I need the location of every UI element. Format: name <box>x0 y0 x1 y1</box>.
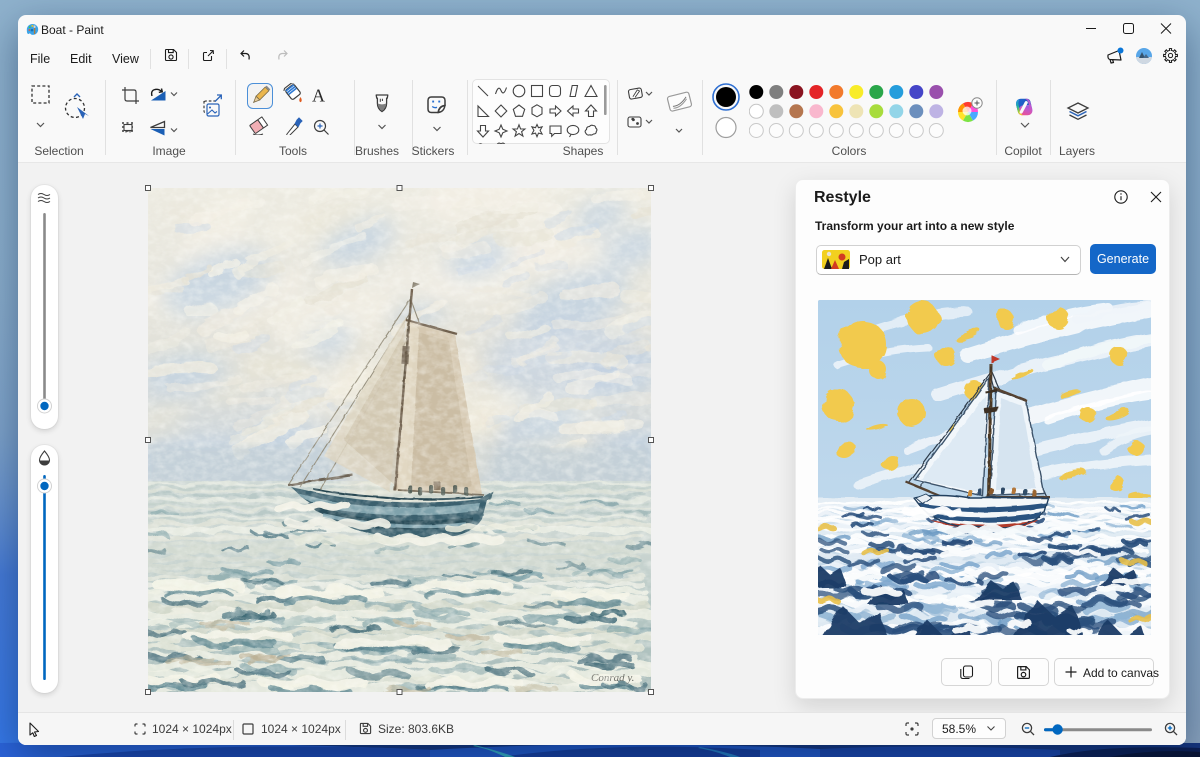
svg-text:A: A <box>312 86 325 106</box>
